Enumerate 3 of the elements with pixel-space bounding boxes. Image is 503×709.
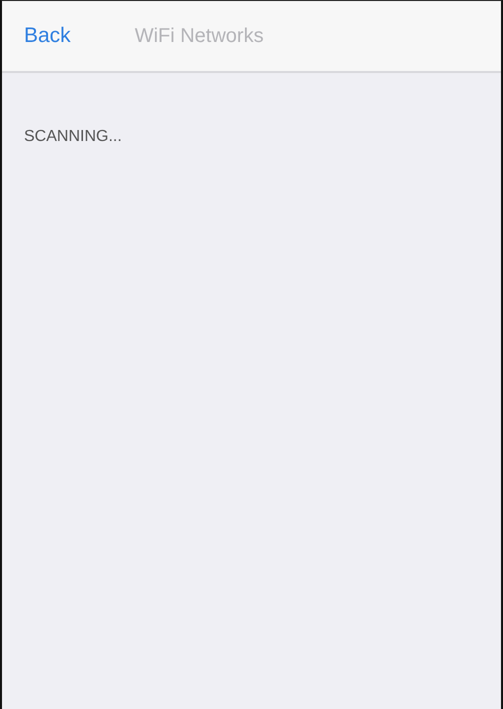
scanning-status: SCANNING... xyxy=(24,128,123,146)
back-button[interactable]: Back xyxy=(24,24,71,48)
navigation-title: WiFi Networks xyxy=(134,24,264,48)
